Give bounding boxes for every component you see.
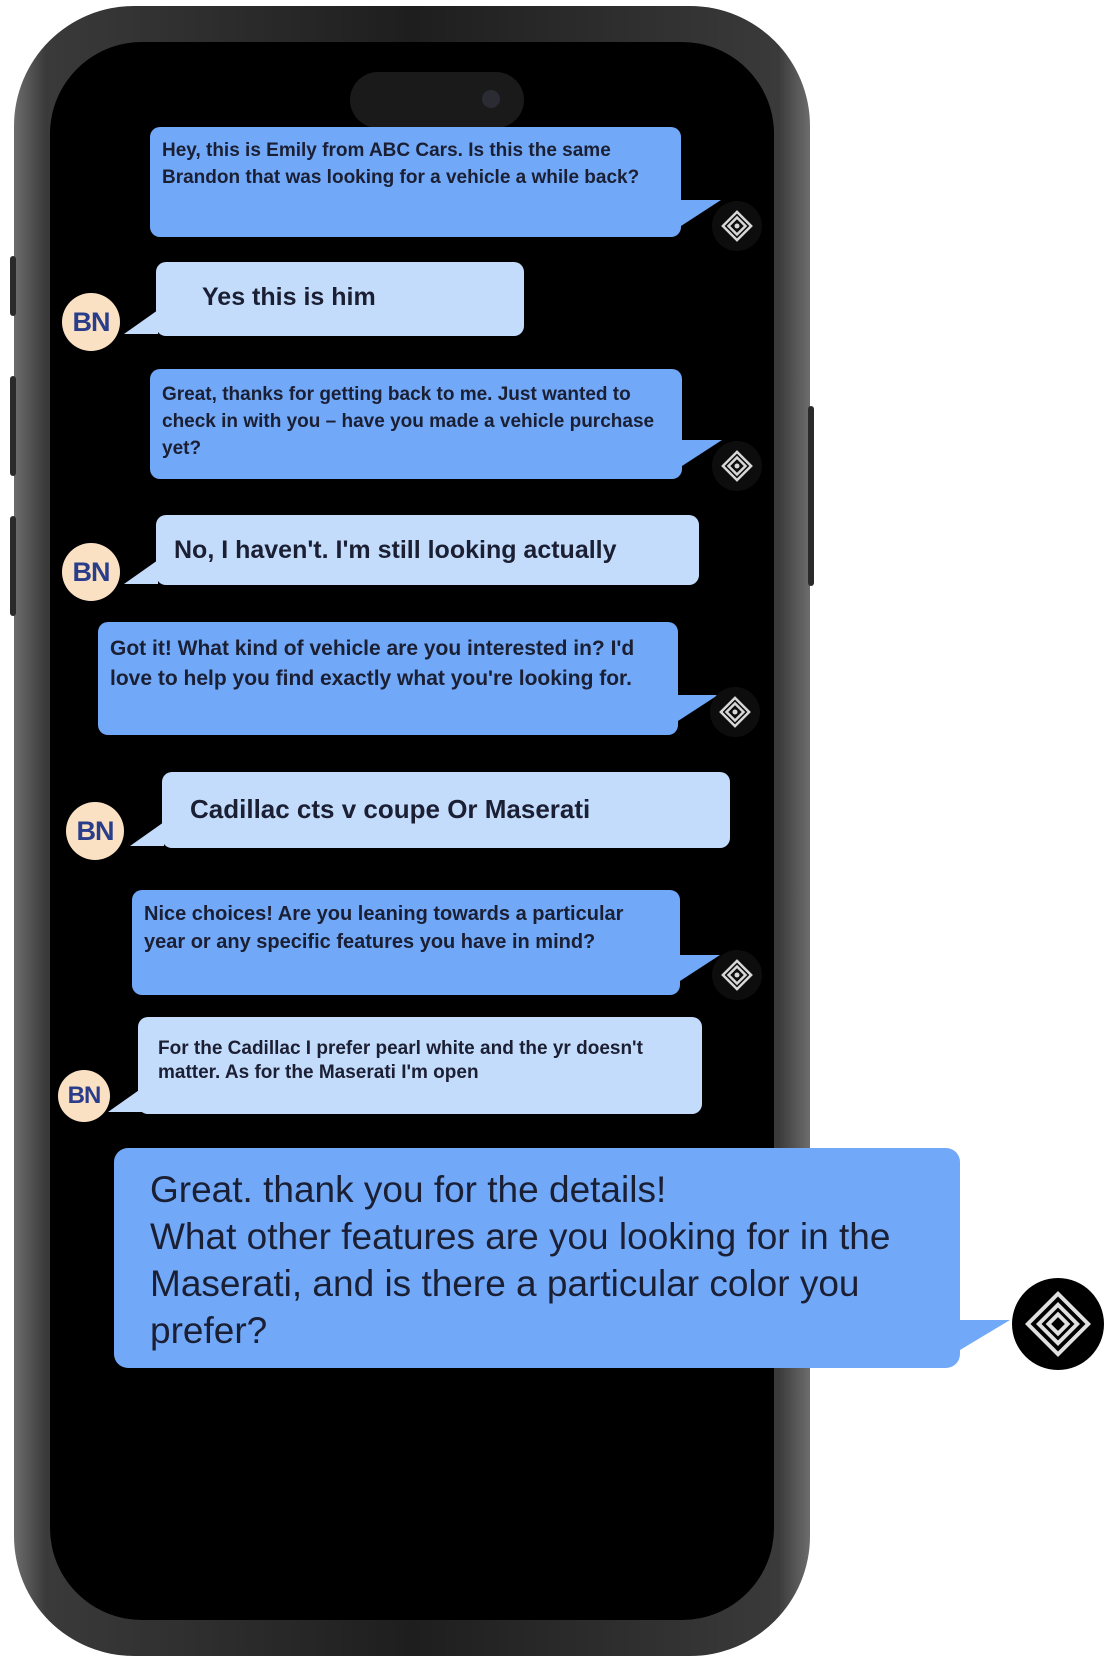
user-avatar: BN [62, 543, 120, 601]
message-text: Hey, this is Emily from ABC Cars. Is thi… [162, 140, 640, 188]
agent-message-bubble: Hey, this is Emily from ABC Cars. Is thi… [150, 127, 681, 237]
user-message-bubble: Cadillac cts v coupe Or Maserati [162, 772, 730, 848]
power-button [808, 406, 814, 586]
bubble-tail [124, 310, 158, 334]
user-avatar: BN [66, 802, 124, 860]
message-text: For the Cadillac I prefer pearl white an… [158, 1038, 643, 1083]
diamond-logo-icon [712, 950, 762, 1000]
agent-message-bubble: Great, thanks for getting back to me. Ju… [150, 369, 682, 479]
agent-message-bubble: Nice choices! Are you leaning towards a … [132, 890, 680, 995]
volume-down-button [10, 516, 16, 616]
message-text: Yes this is him [202, 283, 376, 311]
diamond-logo-icon [1012, 1278, 1104, 1370]
message-text: Great, thanks for getting back to me. Ju… [162, 384, 655, 459]
user-message-bubble: For the Cadillac I prefer pearl white an… [138, 1017, 702, 1114]
diamond-logo-icon [712, 441, 762, 491]
user-message-bubble: Yes this is him [156, 262, 524, 336]
agent-message-bubble-latest: Great. thank you for the details! What o… [114, 1148, 960, 1368]
user-message-bubble: No, I haven't. I'm still looking actuall… [156, 515, 699, 585]
diamond-logo-icon [710, 687, 760, 737]
camera-icon [482, 90, 500, 108]
bubble-tail [108, 1088, 142, 1112]
bubble-tail [130, 822, 164, 846]
user-avatar: BN [62, 293, 120, 351]
dynamic-island [350, 72, 524, 128]
user-avatar: BN [58, 1070, 110, 1122]
volume-up-button [10, 376, 16, 476]
message-text: Nice choices! Are you leaning towards a … [144, 903, 624, 953]
message-text: Cadillac cts v coupe Or Maserati [190, 794, 591, 824]
message-text: No, I haven't. I'm still looking actuall… [174, 536, 617, 564]
agent-message-bubble: Got it! What kind of vehicle are you int… [98, 622, 678, 735]
diamond-logo-icon [712, 201, 762, 251]
bubble-tail [960, 1320, 1010, 1350]
bubble-tail [124, 560, 158, 584]
action-button [10, 256, 16, 316]
message-text: Got it! What kind of vehicle are you int… [110, 637, 635, 690]
message-text: Great. thank you for the details! What o… [150, 1169, 891, 1351]
